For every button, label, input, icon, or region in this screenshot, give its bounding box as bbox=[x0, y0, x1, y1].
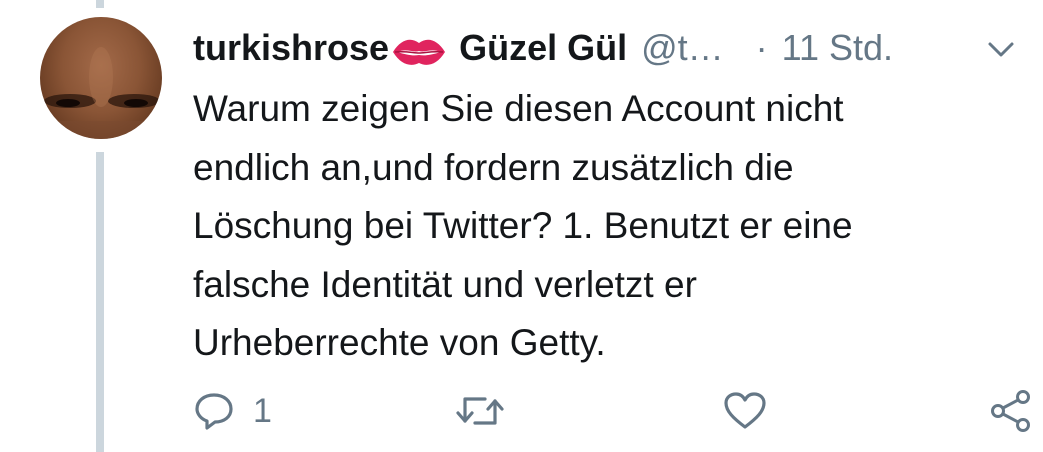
chevron-down-icon[interactable] bbox=[983, 32, 1019, 68]
lips-emoji-icon bbox=[391, 31, 447, 65]
reply-button[interactable]: 1 bbox=[193, 383, 272, 439]
tweet-text: Warum zeigen Sie diesen Account nicht en… bbox=[193, 88, 853, 363]
tweet-card[interactable]: turkishrose Güzel Gül @t… · 11 Std. Waru… bbox=[0, 0, 1043, 452]
action-bar: 1 bbox=[193, 383, 1043, 439]
display-name[interactable]: turkishrose bbox=[193, 22, 389, 74]
reply-icon bbox=[193, 391, 235, 431]
retweet-button[interactable] bbox=[455, 383, 505, 439]
timestamp[interactable]: 11 Std. bbox=[782, 22, 893, 74]
tweet-header: turkishrose Güzel Gül @t… · 11 Std. bbox=[193, 22, 1023, 74]
handle[interactable]: @t… bbox=[641, 22, 724, 74]
separator-dot: · bbox=[755, 27, 768, 68]
like-button[interactable] bbox=[723, 383, 767, 439]
thread-line bbox=[96, 152, 104, 452]
heart-icon bbox=[723, 391, 767, 431]
share-icon bbox=[989, 389, 1033, 433]
avatar-image bbox=[40, 47, 162, 139]
avatar[interactable] bbox=[40, 17, 162, 139]
real-name[interactable]: Güzel Gül bbox=[459, 22, 627, 74]
thread-line-top bbox=[96, 0, 104, 8]
reply-count: 1 bbox=[253, 391, 272, 430]
retweet-icon bbox=[455, 391, 505, 431]
share-button[interactable] bbox=[989, 383, 1033, 439]
